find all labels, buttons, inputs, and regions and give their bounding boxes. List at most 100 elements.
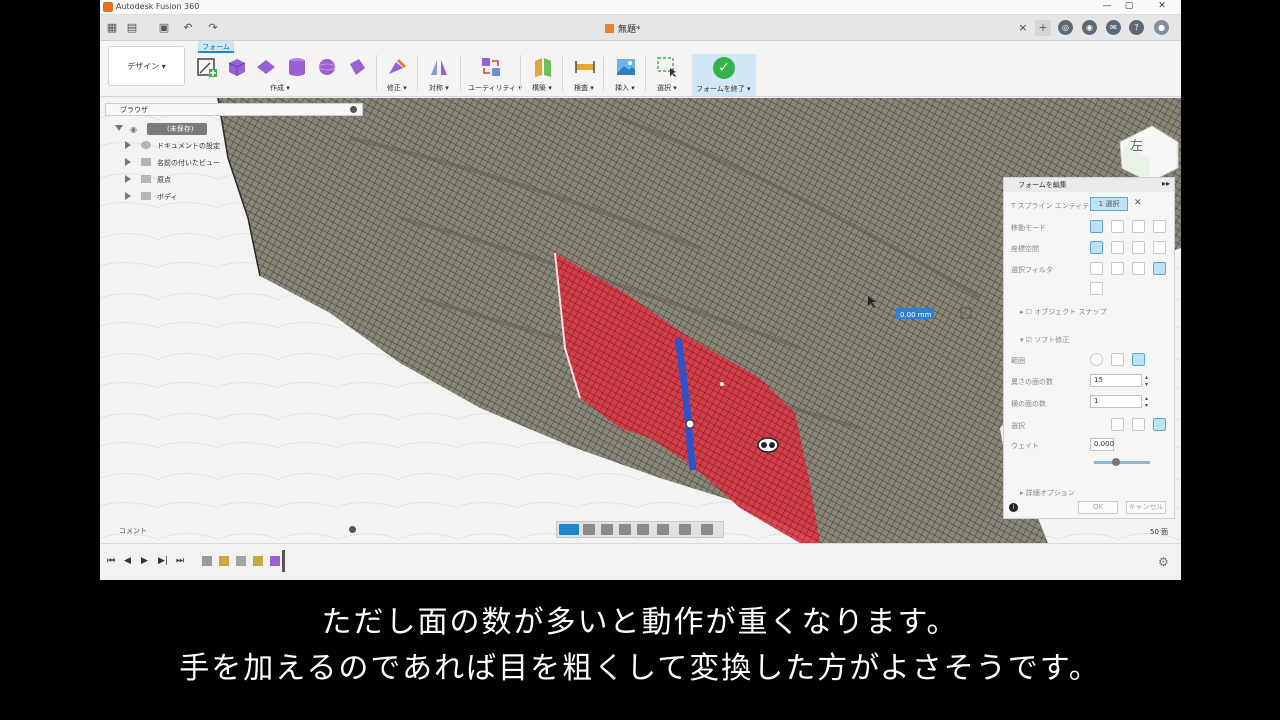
document-tab[interactable]: 無題* xyxy=(605,22,641,35)
browser-item-origin[interactable]: 原点 xyxy=(125,175,171,189)
zoom-icon[interactable] xyxy=(619,524,631,535)
browser-item-document-settings[interactable]: ドキュメントの設定 xyxy=(125,141,220,155)
inspect-group-label[interactable]: 検査 ▾ xyxy=(574,83,594,93)
view-space-icon[interactable] xyxy=(1111,241,1124,254)
new-tab-button[interactable]: + xyxy=(1035,20,1051,36)
user-avatar[interactable]: ● xyxy=(1154,20,1169,35)
edit-form-icon[interactable] xyxy=(386,56,408,78)
look-at-icon[interactable] xyxy=(583,524,595,535)
go-to-start-icon[interactable]: ⏮ xyxy=(107,556,115,566)
symmetry-group-label[interactable]: 対称 ▾ xyxy=(429,83,449,93)
timeline-form-feature-icon[interactable] xyxy=(270,556,280,566)
body-filter-icon[interactable] xyxy=(1090,282,1103,295)
undo-icon[interactable]: ↶ xyxy=(180,20,196,36)
clear-selection-icon[interactable]: ✕ xyxy=(1134,198,1142,208)
timeline-settings-gear-icon[interactable]: ⚙ xyxy=(1158,555,1169,569)
browser-root-item[interactable]: (未保存) xyxy=(147,123,207,135)
selection-mode-b-icon[interactable] xyxy=(1132,418,1145,431)
vertex-filter-icon[interactable] xyxy=(1090,262,1103,275)
maximize-button[interactable]: ▢ xyxy=(1122,1,1136,11)
go-to-end-icon[interactable]: ⏭ xyxy=(176,556,184,566)
insert-image-icon[interactable] xyxy=(615,56,637,78)
rotate-icon[interactable] xyxy=(1132,220,1145,233)
range-linear-icon[interactable] xyxy=(1132,353,1145,366)
timeline-feature-2-icon[interactable] xyxy=(219,556,229,566)
eye-icon[interactable]: ◉ xyxy=(130,125,137,134)
utility-convert-icon[interactable] xyxy=(480,56,502,78)
close-window-button[interactable]: ✕ xyxy=(1155,1,1169,11)
expand-arrow-icon[interactable] xyxy=(125,175,131,183)
step-back-icon[interactable]: ◀ xyxy=(124,556,131,566)
create-group-label[interactable]: 作成 ▾ xyxy=(270,83,290,93)
browser-header[interactable]: ブラウザ xyxy=(105,103,363,116)
expand-arrow-icon[interactable] xyxy=(125,141,131,149)
side-face-count-stepper[interactable]: ▴ ▾ xyxy=(1145,395,1148,409)
ok-button[interactable]: OK xyxy=(1078,501,1118,514)
job-status-icon[interactable]: ◉ xyxy=(1082,20,1097,35)
timeline-feature-4-icon[interactable] xyxy=(253,556,263,566)
edge-filter-icon[interactable] xyxy=(1111,262,1124,275)
expand-arrow-icon[interactable] xyxy=(125,192,131,200)
selection-mode-a-icon[interactable] xyxy=(1111,418,1124,431)
object-snap-section[interactable]: ▸ ☐ オブジェクト スナップ xyxy=(1020,307,1106,317)
file-menu-icon[interactable]: ▤ xyxy=(124,20,140,36)
notifications-icon[interactable]: ✉ xyxy=(1106,20,1121,35)
step-forward-icon[interactable]: ▶| xyxy=(158,556,168,566)
info-icon[interactable]: i xyxy=(1009,503,1018,512)
data-panel-grid-icon[interactable]: ▦ xyxy=(104,20,120,36)
timeline-feature-1-icon[interactable] xyxy=(202,556,212,566)
browser-item-bodies[interactable]: ボディ xyxy=(125,192,178,206)
expand-arrow-icon[interactable] xyxy=(125,158,131,166)
pan-hand-icon[interactable] xyxy=(601,524,613,535)
quadball-icon[interactable] xyxy=(346,56,368,78)
weight-slider[interactable] xyxy=(1094,458,1150,466)
comments-add-icon[interactable] xyxy=(349,526,356,533)
range-grid-icon[interactable] xyxy=(1111,353,1124,366)
translate-icon[interactable] xyxy=(1111,220,1124,233)
construct-group-label[interactable]: 構築 ▾ xyxy=(532,83,552,93)
modify-group-label[interactable]: 修正 ▾ xyxy=(387,83,407,93)
help-icon[interactable]: ? xyxy=(1129,20,1144,35)
all-filter-icon[interactable] xyxy=(1153,262,1166,275)
mirror-symmetry-icon[interactable] xyxy=(428,56,450,78)
selection-mode-c-icon[interactable] xyxy=(1153,418,1166,431)
weight-input[interactable]: 0.000 xyxy=(1090,438,1114,451)
sphere-icon[interactable] xyxy=(316,56,338,78)
local-space-icon[interactable] xyxy=(1132,241,1145,254)
soft-modification-section[interactable]: ▾ ☑ ソフト修正 xyxy=(1020,335,1069,345)
outer-face-count-input[interactable]: 15 xyxy=(1090,374,1142,387)
insert-group-label[interactable]: 挿入 ▾ xyxy=(615,83,635,93)
workspace-switcher[interactable]: デザイン ▾ xyxy=(108,46,185,86)
advanced-options-section[interactable]: ▸ 詳細オプション xyxy=(1020,488,1075,498)
browser-pin-icon[interactable] xyxy=(350,106,357,113)
display-settings-icon[interactable] xyxy=(657,524,669,535)
cancel-button[interactable]: キャンセル xyxy=(1126,501,1166,514)
minimize-button[interactable]: — xyxy=(1100,1,1114,11)
grid-settings-icon[interactable] xyxy=(701,524,713,535)
weight-slider-thumb[interactable] xyxy=(1112,458,1121,466)
extensions-icon[interactable]: ◎ xyxy=(1058,20,1073,35)
multi-move-icon[interactable] xyxy=(1090,220,1103,233)
construct-plane-icon[interactable] xyxy=(532,56,554,78)
scale-icon[interactable] xyxy=(1153,220,1166,233)
orbit-icon[interactable] xyxy=(559,524,579,535)
expand-arrow-icon[interactable] xyxy=(115,125,123,131)
range-round-icon[interactable] xyxy=(1090,353,1103,366)
timeline-feature-3-icon[interactable] xyxy=(236,556,246,566)
face-filter-icon[interactable] xyxy=(1132,262,1145,275)
plane-icon[interactable] xyxy=(255,56,277,78)
browser-item-named-views[interactable]: 名前の付いたビュー xyxy=(125,158,220,172)
save-icon[interactable]: ▣ xyxy=(156,20,172,36)
per-face-space-icon[interactable] xyxy=(1153,241,1166,254)
dimension-menu-icon[interactable]: ⋮ xyxy=(945,310,953,319)
comments-bar[interactable]: コメント xyxy=(100,521,364,539)
visual-style-icon[interactable] xyxy=(679,524,691,535)
finish-form-button[interactable]: ✓ フォームを終了 ▾ xyxy=(692,54,756,96)
timeline-marker[interactable] xyxy=(282,550,285,572)
selection-chip[interactable]: 1 選択 xyxy=(1090,197,1128,211)
select-group-label[interactable]: 選択 ▾ xyxy=(657,83,677,93)
measure-icon[interactable] xyxy=(574,56,596,78)
redo-icon[interactable]: ↷ xyxy=(205,20,221,36)
utility-group-label[interactable]: ユーティリティ ▾ xyxy=(468,83,522,93)
close-tab-icon[interactable]: × xyxy=(1015,20,1031,36)
